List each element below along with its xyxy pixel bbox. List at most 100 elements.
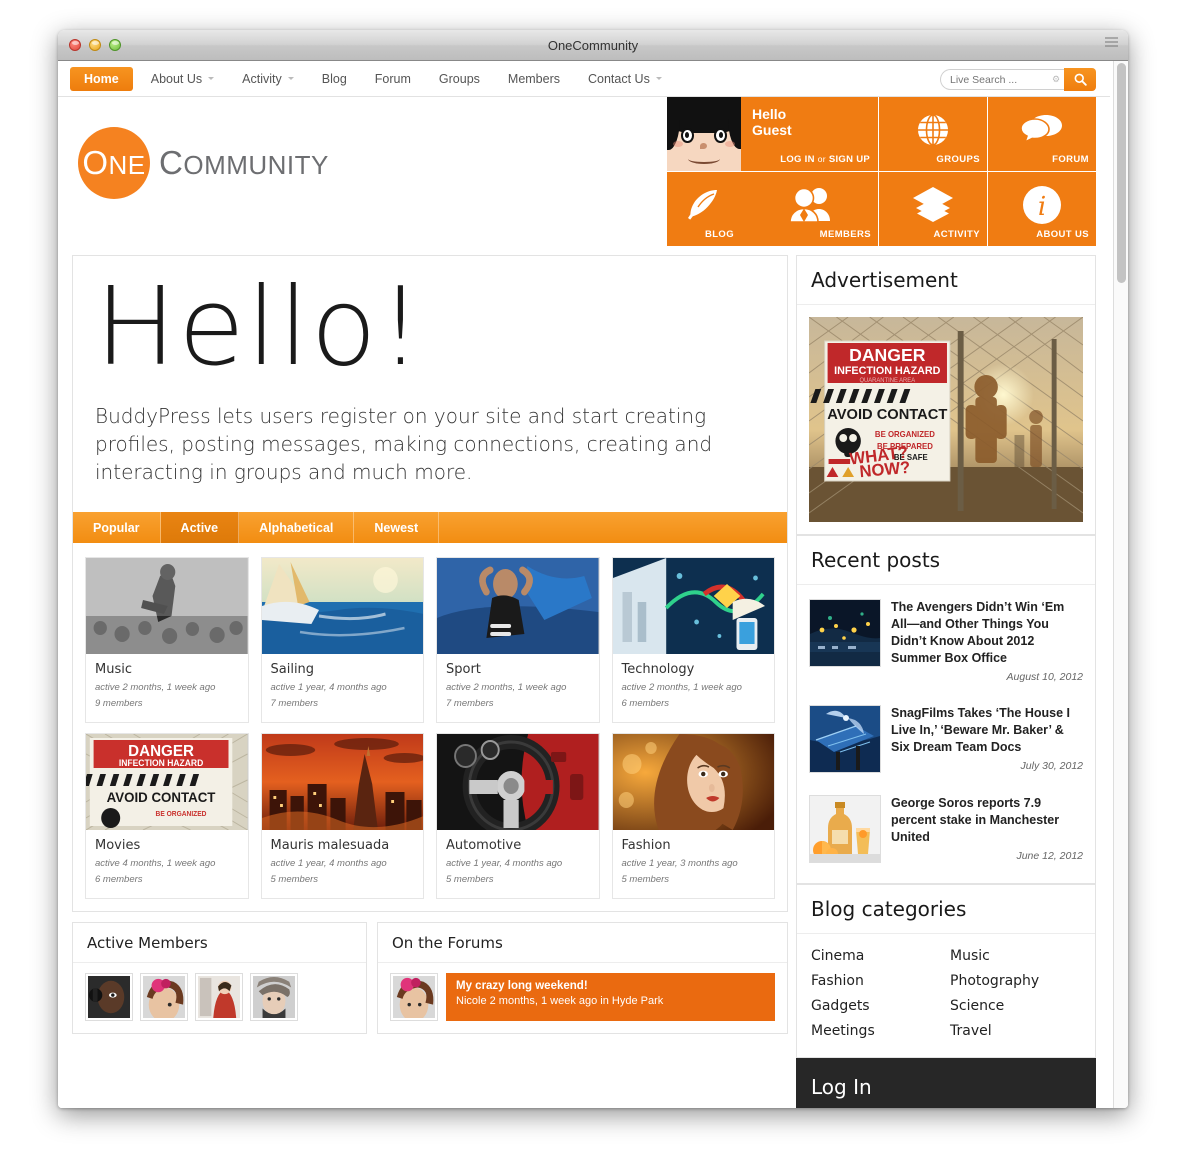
category-music[interactable]: Music	[950, 948, 1081, 964]
forum-post-bubble[interactable]: My crazy long weekend! Nicole 2 months, …	[446, 973, 775, 1021]
window-titlebar[interactable]: OneCommunity	[58, 30, 1128, 61]
group-card[interactable]: Technology active 2 months, 1 week ago 6…	[611, 557, 775, 723]
sign-up-link[interactable]: SIGN UP	[829, 154, 870, 165]
member-avatar[interactable]	[195, 973, 243, 1021]
tile-forum[interactable]: FORUM	[988, 97, 1096, 171]
recent-post-title[interactable]: SnagFilms Takes ‘The House I Live In,’ ‘…	[891, 705, 1083, 756]
group-card-body: Mauris malesuada active 1 year, 4 months…	[262, 830, 424, 898]
recent-post-date: June 12, 2012	[1016, 850, 1083, 862]
tile-activity[interactable]: ACTIVITY	[879, 172, 987, 246]
nav-item-members[interactable]: Members	[494, 61, 574, 97]
maximize-button[interactable]	[109, 39, 121, 51]
tab-label: Alphabetical	[259, 520, 334, 535]
tile-label: BLOG	[704, 229, 734, 240]
tab-newest[interactable]: Newest	[354, 512, 440, 543]
hero-section: Hello! BuddyPress lets users register on…	[72, 255, 788, 512]
category-fashion[interactable]: Fashion	[811, 973, 942, 989]
site-logo[interactable]: ONE COMMUNITY	[78, 127, 329, 199]
group-card[interactable]: DANGER INFECTION HAZARD AVOID CONTACT BE…	[85, 733, 249, 899]
nav-item-forum[interactable]: Forum	[361, 61, 425, 97]
member-avatar[interactable]	[140, 973, 188, 1021]
member-avatar[interactable]	[85, 973, 133, 1021]
recent-post-thumbnail[interactable]	[809, 705, 881, 773]
nav-item-blog[interactable]: Blog	[308, 61, 361, 97]
group-filter-tabs: Popular Active Alphabetical Newest	[72, 512, 788, 543]
steering-wheel-image	[437, 734, 599, 830]
group-card-body: Technology active 2 months, 1 week ago 6…	[613, 654, 775, 722]
recent-post-title[interactable]: The Avengers Didn’t Win ‘Em All—and Othe…	[891, 599, 1083, 667]
tab-label: Newest	[374, 520, 419, 535]
tile-about-us[interactable]: i ABOUT US	[988, 172, 1096, 246]
tile-label: FORUM	[1052, 154, 1089, 165]
active-members-heading: Active Members	[73, 923, 366, 963]
group-card[interactable]: Fashion active 1 year, 3 months ago 5 me…	[611, 733, 775, 899]
forum-post-title: My crazy long weekend!	[456, 980, 588, 992]
group-card[interactable]: Mauris malesuada active 1 year, 4 months…	[260, 733, 424, 899]
nav-item-contact-us[interactable]: Contact Us	[574, 61, 676, 97]
nav-item-groups[interactable]: Groups	[425, 61, 494, 97]
nav-item-activity[interactable]: Activity	[228, 61, 308, 97]
main-menu: Home About Us Activity Blog Forum Groups…	[70, 61, 676, 96]
group-members: 7 members	[446, 698, 494, 709]
search-button[interactable]	[1064, 68, 1096, 91]
recent-post-main: SnagFilms Takes ‘The House I Live In,’ ‘…	[891, 705, 1083, 773]
group-activity: active 2 months, 1 week ago	[95, 682, 216, 693]
member-3-image	[198, 976, 240, 1018]
login-signup-links[interactable]: LOG IN or SIGN UP	[780, 154, 870, 165]
scrollbar-thumb[interactable]	[1117, 63, 1126, 283]
minimize-button[interactable]	[89, 39, 101, 51]
tile-groups[interactable]: GROUPS	[879, 97, 987, 171]
category-travel[interactable]: Travel	[950, 1023, 1081, 1039]
forum-post-item[interactable]: My crazy long weekend! Nicole 2 months, …	[390, 973, 775, 1021]
nav-label: Members	[507, 71, 560, 86]
category-cinema[interactable]: Cinema	[811, 948, 942, 964]
recent-post-item[interactable]: George Soros reports 7.9 percent stake i…	[809, 785, 1083, 875]
tab-alphabetical[interactable]: Alphabetical	[239, 512, 355, 543]
nav-item-home[interactable]: Home	[70, 66, 133, 91]
group-members: 7 members	[270, 698, 319, 709]
tile-label: MEMBERS	[819, 229, 871, 240]
tab-popular[interactable]: Popular	[73, 512, 161, 543]
main-column: Hello! BuddyPress lets users register on…	[72, 255, 788, 1034]
member-avatar[interactable]	[250, 973, 298, 1021]
recent-post-thumbnail[interactable]	[809, 599, 881, 667]
search-box: ⚙	[940, 68, 1096, 91]
page-scrollbar[interactable]	[1113, 61, 1128, 1108]
nav-item-about-us[interactable]: About Us	[137, 61, 228, 97]
tab-active[interactable]: Active	[160, 512, 240, 543]
group-title: Music	[95, 662, 132, 677]
search-input[interactable]	[940, 69, 1048, 90]
tab-label: Active	[180, 520, 219, 535]
category-science[interactable]: Science	[950, 998, 1081, 1014]
group-card[interactable]: Sport active 2 months, 1 week ago 7 memb…	[436, 557, 600, 723]
close-button[interactable]	[69, 39, 81, 51]
recent-post-item[interactable]: SnagFilms Takes ‘The House I Live In,’ ‘…	[809, 695, 1083, 785]
advertisement-body: DANGER INFECTION HAZARD QUARANTINE AREA	[797, 305, 1095, 534]
advertisement-image[interactable]: DANGER INFECTION HAZARD QUARANTINE AREA	[809, 317, 1083, 522]
forum-post-avatar[interactable]	[390, 973, 438, 1021]
recent-post-thumbnail[interactable]	[809, 795, 881, 863]
advertisement-widget: Advertisement DANGER INFECTION HAZARD QU…	[796, 255, 1096, 535]
tile-hello-guest[interactable]: Hello Guest LOG IN or SIGN UP	[741, 97, 878, 171]
group-activity: active 2 months, 1 week ago	[621, 682, 742, 693]
group-card[interactable]: Music active 2 months, 1 week ago 9 memb…	[85, 557, 249, 723]
category-gadgets[interactable]: Gadgets	[811, 998, 942, 1014]
tile-members[interactable]: MEMBERS	[741, 172, 878, 246]
guest-avatar	[667, 97, 741, 171]
group-card-body: Automotive active 1 year, 4 months ago 5…	[437, 830, 599, 898]
group-members: 6 members	[621, 698, 670, 709]
group-card[interactable]: Automotive active 1 year, 4 months ago 5…	[436, 733, 600, 899]
recent-post-item[interactable]: The Avengers Didn’t Win ‘Em All—and Othe…	[809, 589, 1083, 695]
group-card[interactable]: Sailing active 1 year, 4 months ago 7 me…	[260, 557, 424, 723]
category-meetings[interactable]: Meetings	[811, 1023, 942, 1039]
greeting-line-2: Guest	[752, 122, 792, 138]
gear-icon[interactable]: ⚙	[1048, 69, 1064, 90]
tile-blog[interactable]: BLOG	[667, 172, 741, 246]
recent-post-title[interactable]: George Soros reports 7.9 percent stake i…	[891, 795, 1083, 846]
group-title: Mauris malesuada	[270, 838, 390, 853]
svg-text:BE ORGANIZED: BE ORGANIZED	[156, 811, 207, 818]
log-in-link[interactable]: LOG IN	[780, 154, 815, 165]
window-controls[interactable]	[69, 39, 121, 51]
category-photography[interactable]: Photography	[950, 973, 1081, 989]
window-resize-icon[interactable]	[1105, 37, 1120, 53]
